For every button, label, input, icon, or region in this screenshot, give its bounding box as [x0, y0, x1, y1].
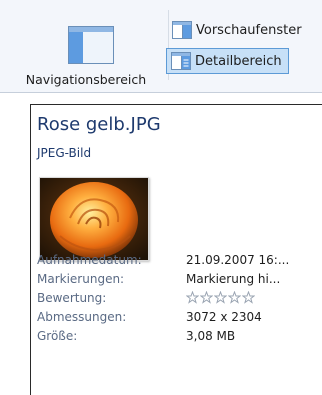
details-pane-button[interactable]: Detailbereich	[166, 48, 289, 74]
file-type: JPEG-Bild	[37, 146, 92, 160]
file-name: Rose gelb.JPG	[37, 114, 161, 135]
navigation-pane-button[interactable]: Navigationsbereich	[4, 8, 168, 90]
rating-stars[interactable]	[186, 291, 255, 304]
property-value[interactable]: 21.09.2007 16:...	[186, 253, 289, 267]
preview-pane-label: Vorschaufenster	[196, 22, 302, 38]
star-icon[interactable]	[200, 291, 213, 304]
ribbon-layout-group: Navigationsbereich Vorschaufenster Detai…	[0, 0, 322, 93]
details-pane-icon	[171, 52, 191, 70]
property-label: Abmessungen:	[37, 310, 127, 324]
preview-pane-icon	[172, 21, 192, 39]
details-pane-label: Detailbereich	[195, 53, 282, 69]
image-thumbnail	[39, 177, 149, 261]
property-value[interactable]: 3072 x 2304	[186, 310, 262, 324]
details-pane: Rose gelb.JPG JPEG-Bild Aufnahmedatum: 2…	[30, 104, 322, 395]
star-icon[interactable]	[214, 291, 227, 304]
property-label: Aufnahmedatum:	[37, 253, 142, 267]
property-label: Größe:	[37, 329, 78, 343]
property-value[interactable]: Markierung hi...	[186, 272, 280, 286]
star-icon[interactable]	[242, 291, 255, 304]
navigation-pane-label: Navigationsbereich	[25, 72, 147, 87]
star-icon[interactable]	[228, 291, 241, 304]
property-row-date: Aufnahmedatum: 21.09.2007 16:...	[37, 253, 322, 271]
rose-image	[40, 178, 148, 260]
property-label: Markierungen:	[37, 272, 125, 286]
star-icon[interactable]	[186, 291, 199, 304]
property-row-size: Größe: 3,08 MB	[37, 329, 322, 347]
property-row-rating: Bewertung:	[37, 291, 322, 309]
navigation-pane-icon	[68, 26, 114, 64]
property-row-tags: Markierungen: Markierung hi...	[37, 272, 322, 290]
property-value[interactable]: 3,08 MB	[186, 329, 235, 343]
preview-pane-button[interactable]: Vorschaufenster	[167, 17, 309, 43]
property-label: Bewertung:	[37, 291, 107, 305]
property-row-dimensions: Abmessungen: 3072 x 2304	[37, 310, 322, 328]
